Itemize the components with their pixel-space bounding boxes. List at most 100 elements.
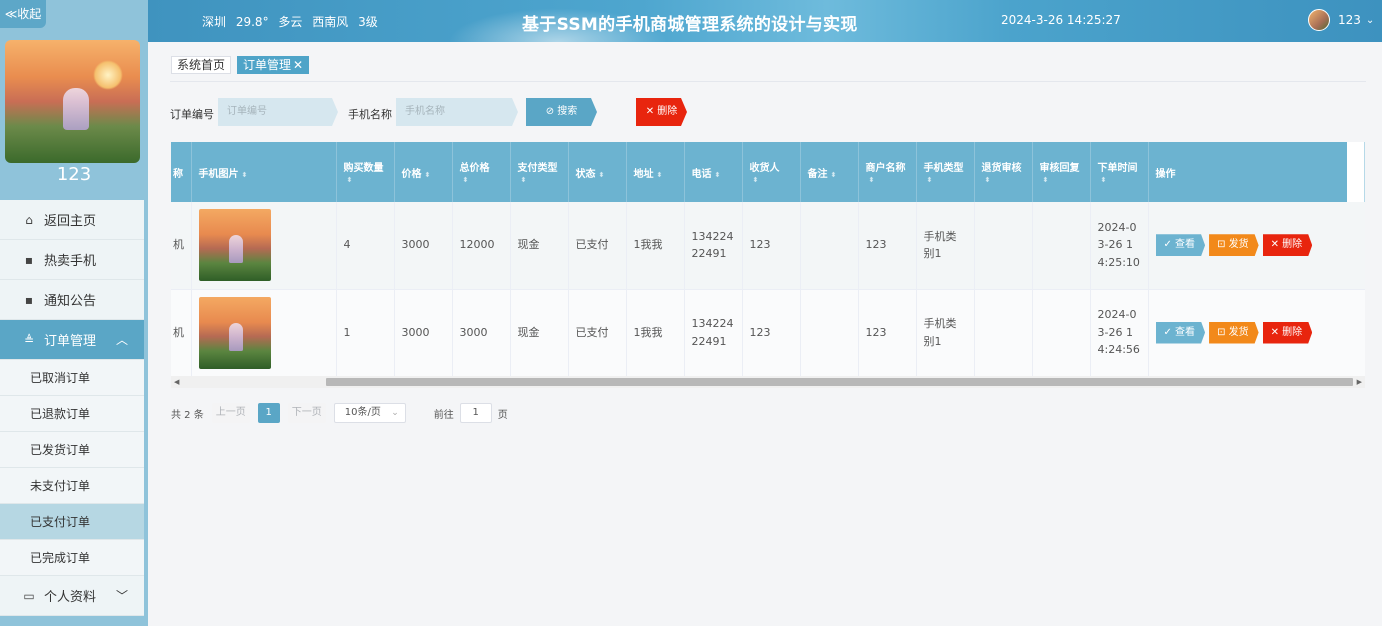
sidebar-item-profile[interactable]: ▭ 个人资料 ﹀	[0, 576, 144, 616]
breadcrumb: 系统首页 订单管理 ✕	[171, 56, 315, 74]
cell-receiver: 123	[742, 289, 801, 377]
column-header[interactable]: 称	[171, 142, 192, 202]
cell-image	[191, 289, 337, 377]
cell-merchant: 123	[858, 289, 917, 377]
divider	[170, 81, 1366, 82]
bulk-delete-button[interactable]: ✕ 删除	[636, 98, 687, 126]
avatar	[1308, 9, 1330, 31]
user-menu[interactable]: 123 ⌄	[1308, 9, 1374, 31]
table-header-row: 称 手机图片 ⬍ 购买数量 ⬍ 价格 ⬍ 总价格 ⬍ 支付类型 ⬍ 状态 ⬍ 地址 ⬍ 电话 ⬍…	[171, 142, 1365, 202]
collapse-button[interactable]: ≪收起	[0, 0, 46, 28]
cell-audit-reply	[1032, 289, 1091, 377]
page-size-select[interactable]: 10条/页 ⌄	[333, 403, 406, 423]
cell-address: 1我我	[626, 202, 685, 290]
phone-thumbnail[interactable]	[198, 296, 271, 369]
table-row: 机 1 3000 3000 现金 已支付 1我我 13422422491 123…	[171, 289, 1365, 377]
column-header[interactable]: 审核回复 ⬍	[1032, 142, 1091, 202]
sidebar-subitem-unpaid[interactable]: 未支付订单	[0, 468, 144, 504]
orders-table: 称 手机图片 ⬍ 购买数量 ⬍ 价格 ⬍ 总价格 ⬍ 支付类型 ⬍ 状态 ⬍ 地址 ⬍ 电话 ⬍…	[171, 142, 1365, 388]
ship-button[interactable]: ⊡ 发货	[1209, 234, 1259, 256]
column-header[interactable]: 价格 ⬍	[394, 142, 453, 202]
column-header[interactable]: 电话 ⬍	[684, 142, 743, 202]
sidebar-subitem-cancelled[interactable]: 已取消订单	[0, 360, 144, 396]
column-header[interactable]: 商户名称 ⬍	[858, 142, 917, 202]
phone-name-input[interactable]: 手机名称	[396, 98, 518, 126]
tab-orders[interactable]: 订单管理 ✕	[237, 56, 310, 74]
cell-actions: ✓ 查看 ⊡ 发货 ✕ 删除	[1148, 289, 1365, 377]
column-header[interactable]: 状态 ⬍	[568, 142, 627, 202]
cell-phone-type: 手机类别1	[916, 289, 975, 377]
sidebar-subitem-completed[interactable]: 已完成订单	[0, 540, 144, 576]
scroll-left-icon[interactable]: ◀	[174, 376, 179, 388]
sidebar-subitem-refunded[interactable]: 已退款订单	[0, 396, 144, 432]
horizontal-scrollbar[interactable]: ◀ ▶	[171, 376, 1365, 388]
column-header[interactable]: 总价格 ⬍	[452, 142, 511, 202]
page-size-value: 10条/页	[344, 407, 381, 418]
scroll-right-icon[interactable]: ▶	[1357, 376, 1362, 388]
cell-note	[800, 202, 859, 290]
sort-icon: ⬍	[714, 170, 721, 179]
cell-return-audit	[974, 202, 1033, 290]
phone-name-label: 手机名称	[348, 108, 392, 121]
character-figure	[63, 88, 89, 130]
sidebar-subitem-shipped[interactable]: 已发货订单	[0, 432, 144, 468]
goto-page-input[interactable]: 1	[459, 403, 492, 423]
sidebar-username: 123	[56, 164, 92, 185]
sort-icon: ⬍	[984, 176, 991, 184]
pager-total: 共 2 条	[171, 409, 204, 421]
close-icon[interactable]: ✕	[293, 58, 303, 72]
top-header: 深圳 29.8° 多云 西南风 3级 基于SSM的手机商城管理系统的设计与实现 …	[148, 0, 1382, 42]
sidebar-item-notices[interactable]: ▪ 通知公告	[0, 280, 144, 320]
column-header[interactable]: 收货人 ⬍	[742, 142, 801, 202]
column-header[interactable]: 退货审核 ⬍	[974, 142, 1033, 202]
weather-wind: 西南风	[312, 15, 349, 29]
phone-thumbnail[interactable]	[198, 209, 271, 282]
sort-icon: ⬍	[462, 176, 469, 184]
cell-status: 已支付	[568, 289, 627, 377]
order-no-label: 订单编号	[170, 108, 214, 121]
column-header[interactable]: 备注 ⬍	[800, 142, 859, 202]
column-header[interactable]: 购买数量 ⬍	[336, 142, 395, 202]
table-row: 机 4 3000 12000 现金 已支付 1我我 13422422491 12…	[171, 202, 1365, 290]
column-header[interactable]: 手机图片 ⬍	[191, 142, 337, 202]
column-header[interactable]: 地址 ⬍	[626, 142, 685, 202]
cell-qty: 4	[336, 202, 395, 290]
sidebar-item-orders[interactable]: ≜ 订单管理 ︿	[0, 320, 144, 360]
sort-icon: ⬍	[520, 176, 527, 184]
search-button[interactable]: ⊘ 搜索	[526, 98, 597, 126]
scrollbar-thumb[interactable]	[326, 378, 1353, 386]
order-no-input[interactable]: 订单编号	[218, 98, 338, 126]
sidebar-item-hot-phones[interactable]: ▪ 热卖手机	[0, 240, 144, 280]
user-avatar-image	[5, 40, 140, 163]
delete-button[interactable]: ✕ 删除	[1263, 322, 1313, 344]
page-number[interactable]: 1	[257, 403, 280, 423]
prev-page-button[interactable]: 上一页	[211, 403, 250, 423]
sort-icon: ⬍	[656, 170, 663, 179]
weather-info: 深圳 29.8° 多云 西南风 3级	[202, 13, 384, 30]
app-title: 基于SSM的手机商城管理系统的设计与实现	[522, 15, 858, 35]
pagination: 共 2 条 上一页 1 下一页 10条/页 ⌄ 前往 1 页	[171, 403, 508, 423]
chevron-up-icon: ︿	[115, 333, 128, 347]
next-page-button[interactable]: 下一页	[287, 403, 326, 423]
tab-home[interactable]: 系统首页	[171, 56, 232, 74]
weather-level: 3级	[358, 15, 378, 29]
column-header[interactable]: 手机类型 ⬍	[916, 142, 975, 202]
header-username: 123	[1338, 13, 1361, 27]
delete-button[interactable]: ✕ 删除	[1263, 234, 1313, 256]
cell-receiver: 123	[742, 202, 801, 290]
sidebar-item-home[interactable]: ⌂ 返回主页	[0, 200, 144, 240]
ship-button[interactable]: ⊡ 发货	[1209, 322, 1259, 344]
cell-status: 已支付	[568, 202, 627, 290]
column-header: 操作	[1148, 142, 1365, 202]
view-button[interactable]: ✓ 查看	[1156, 234, 1206, 256]
sidebar-subitem-paid[interactable]: 已支付订单	[0, 504, 144, 540]
cell-qty: 1	[336, 289, 395, 377]
cell-pay-type: 现金	[510, 202, 569, 290]
header-datetime: 2024-3-26 14:25:27	[1001, 13, 1121, 27]
id-card-icon: ▭	[23, 588, 35, 603]
view-button[interactable]: ✓ 查看	[1156, 322, 1206, 344]
column-header[interactable]: 下单时间 ⬍	[1090, 142, 1149, 202]
column-header[interactable]: 支付类型 ⬍	[510, 142, 569, 202]
weather-temp: 29.8°	[235, 15, 269, 29]
sort-icon: ⬍	[752, 176, 759, 184]
